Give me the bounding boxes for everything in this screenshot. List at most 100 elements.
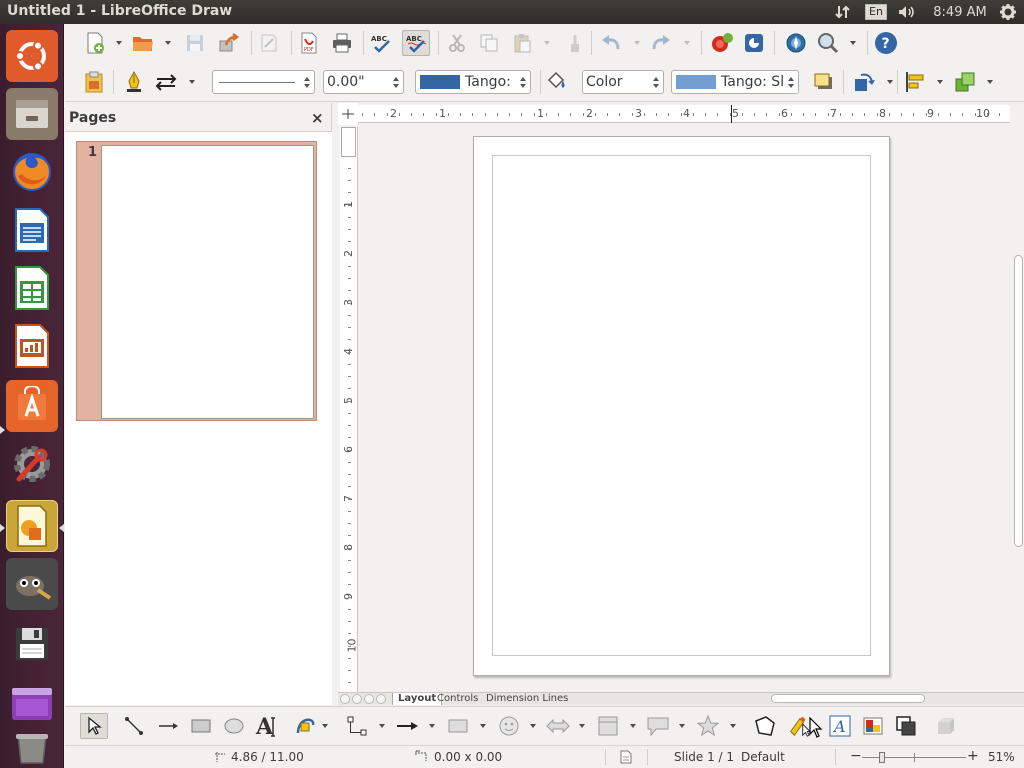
help-icon[interactable]: ? <box>874 31 898 55</box>
navigator-icon[interactable] <box>784 31 808 55</box>
tab-first-button[interactable] <box>340 694 350 704</box>
floppy-icon[interactable] <box>6 618 58 670</box>
points-icon[interactable] <box>753 714 777 738</box>
arrange-icon[interactable] <box>953 70 977 94</box>
page-thumbnail[interactable] <box>101 145 314 419</box>
basic-shapes-dropdown[interactable] <box>479 714 487 738</box>
callouts-icon[interactable] <box>646 714 670 738</box>
shadow-icon[interactable] <box>812 70 836 94</box>
horizontal-scrollbar[interactable] <box>689 693 1009 704</box>
redo-icon[interactable] <box>649 31 673 55</box>
line-width-spin[interactable] <box>389 71 403 93</box>
line-tool-icon[interactable] <box>122 714 146 738</box>
symbol-shapes-icon[interactable] <box>497 714 521 738</box>
ubuntu-logo-icon[interactable] <box>6 30 58 82</box>
zoom-dropdown[interactable] <box>849 31 857 55</box>
area-fill-bucket-icon[interactable] <box>544 70 568 94</box>
line-color-select[interactable]: Tango: <box>415 70 531 94</box>
vertical-ruler[interactable]: 12345678910 <box>340 127 359 693</box>
tab-next-button[interactable] <box>364 694 374 704</box>
firefox-icon[interactable] <box>6 146 58 198</box>
page-thumbnail-item[interactable]: 1 <box>76 141 317 421</box>
horizontal-scrollbar-thumb[interactable] <box>771 694 925 703</box>
callouts-dropdown[interactable] <box>678 714 686 738</box>
stars-icon[interactable] <box>696 714 720 738</box>
redo-dropdown[interactable] <box>683 31 691 55</box>
ruler-h-margin-marker[interactable] <box>865 107 877 115</box>
tab-controls[interactable]: Controls <box>432 693 483 705</box>
horizontal-ruler[interactable]: 2 1 1 2 3 4 5 6 7 8 9 10 <box>358 105 1010 123</box>
impress-icon[interactable] <box>6 320 58 372</box>
new-document-dropdown[interactable] <box>115 31 123 55</box>
area-style-select[interactable]: Color <box>582 70 664 94</box>
keyboard-language-indicator[interactable]: En <box>865 4 887 20</box>
ellipse-tool-icon[interactable] <box>222 714 246 738</box>
undo-icon[interactable] <box>599 31 623 55</box>
power-gear-icon[interactable] <box>996 0 1020 24</box>
new-document-icon[interactable] <box>83 31 107 55</box>
line-width-field[interactable]: 0.00" <box>323 70 404 94</box>
symbol-shapes-dropdown[interactable] <box>529 714 537 738</box>
undo-dropdown[interactable] <box>633 31 641 55</box>
connector-dropdown[interactable] <box>378 714 386 738</box>
basic-shapes-icon[interactable] <box>446 714 470 738</box>
curve-tool-icon[interactable] <box>294 714 318 738</box>
block-arrows-icon[interactable] <box>546 714 570 738</box>
ruler-h-margin-marker[interactable] <box>486 107 498 115</box>
flowchart-icon[interactable] <box>596 714 620 738</box>
software-center-icon[interactable] <box>6 380 58 432</box>
arrow-style-dropdown[interactable] <box>188 70 196 94</box>
lines-arrows-tool-icon[interactable] <box>395 714 419 738</box>
flowchart-dropdown[interactable] <box>629 714 637 738</box>
calc-icon[interactable] <box>6 262 58 314</box>
line-style-select[interactable] <box>212 70 315 94</box>
align-dropdown[interactable] <box>936 70 944 94</box>
print-icon[interactable] <box>330 31 354 55</box>
insert-chart-icon[interactable] <box>742 31 766 55</box>
clone-formatting-icon[interactable] <box>563 31 587 55</box>
export-pdf-icon[interactable]: PDF <box>297 31 321 55</box>
system-settings-icon[interactable] <box>6 438 58 490</box>
connector-tool-icon[interactable] <box>345 714 369 738</box>
trash-icon[interactable] <box>6 730 58 766</box>
draw-icon[interactable] <box>6 500 58 552</box>
copy-icon[interactable] <box>477 31 501 55</box>
zoom-icon[interactable] <box>816 31 840 55</box>
zoom-slider-handle[interactable] <box>879 752 885 763</box>
toggle-extrusion-icon[interactable] <box>894 714 918 738</box>
auto-spellcheck-icon[interactable]: ABC <box>402 30 430 56</box>
stars-dropdown[interactable] <box>729 714 737 738</box>
select-pointer-icon[interactable] <box>80 713 108 739</box>
media-icon[interactable] <box>6 678 58 730</box>
paste-dropdown[interactable] <box>543 31 551 55</box>
network-sort-icon[interactable] <box>832 0 854 24</box>
arrange-dropdown[interactable] <box>986 70 994 94</box>
insert-image-draw-icon[interactable] <box>861 714 885 738</box>
spelling-icon[interactable]: ABC <box>369 31 393 55</box>
drawing-page[interactable] <box>473 136 890 676</box>
line-color-spin[interactable] <box>516 71 530 93</box>
ruler-corner[interactable] <box>338 103 358 125</box>
lines-arrows-dropdown[interactable] <box>428 714 436 738</box>
styles-icon[interactable] <box>82 70 106 94</box>
tab-prev-button[interactable] <box>352 694 362 704</box>
area-color-select[interactable]: Tango: Sl <box>671 70 799 94</box>
open-dropdown[interactable] <box>164 31 172 55</box>
arrow-style-icon[interactable] <box>154 70 178 94</box>
fontwork-icon[interactable]: A <box>828 714 852 738</box>
curve-dropdown[interactable] <box>321 714 329 738</box>
tab-dimension-lines[interactable]: Dimension Lines <box>481 693 573 705</box>
zoom-level[interactable]: 51% <box>988 750 1015 764</box>
gimp-icon[interactable] <box>6 558 58 610</box>
close-icon[interactable]: × <box>311 109 324 127</box>
files-icon[interactable] <box>6 88 58 140</box>
line-width-value[interactable]: 0.00" <box>327 74 365 90</box>
line-arrow-tool-icon[interactable] <box>156 714 180 738</box>
vertical-scrollbar-thumb[interactable] <box>1014 255 1023 547</box>
vertical-scrollbar[interactable] <box>1012 105 1024 693</box>
line-pen-icon[interactable] <box>122 70 146 94</box>
line-style-spin[interactable] <box>300 71 314 93</box>
transform-dropdown[interactable] <box>886 70 894 94</box>
insert-image-icon[interactable] <box>710 31 734 55</box>
document-modified-icon[interactable] <box>620 750 632 767</box>
